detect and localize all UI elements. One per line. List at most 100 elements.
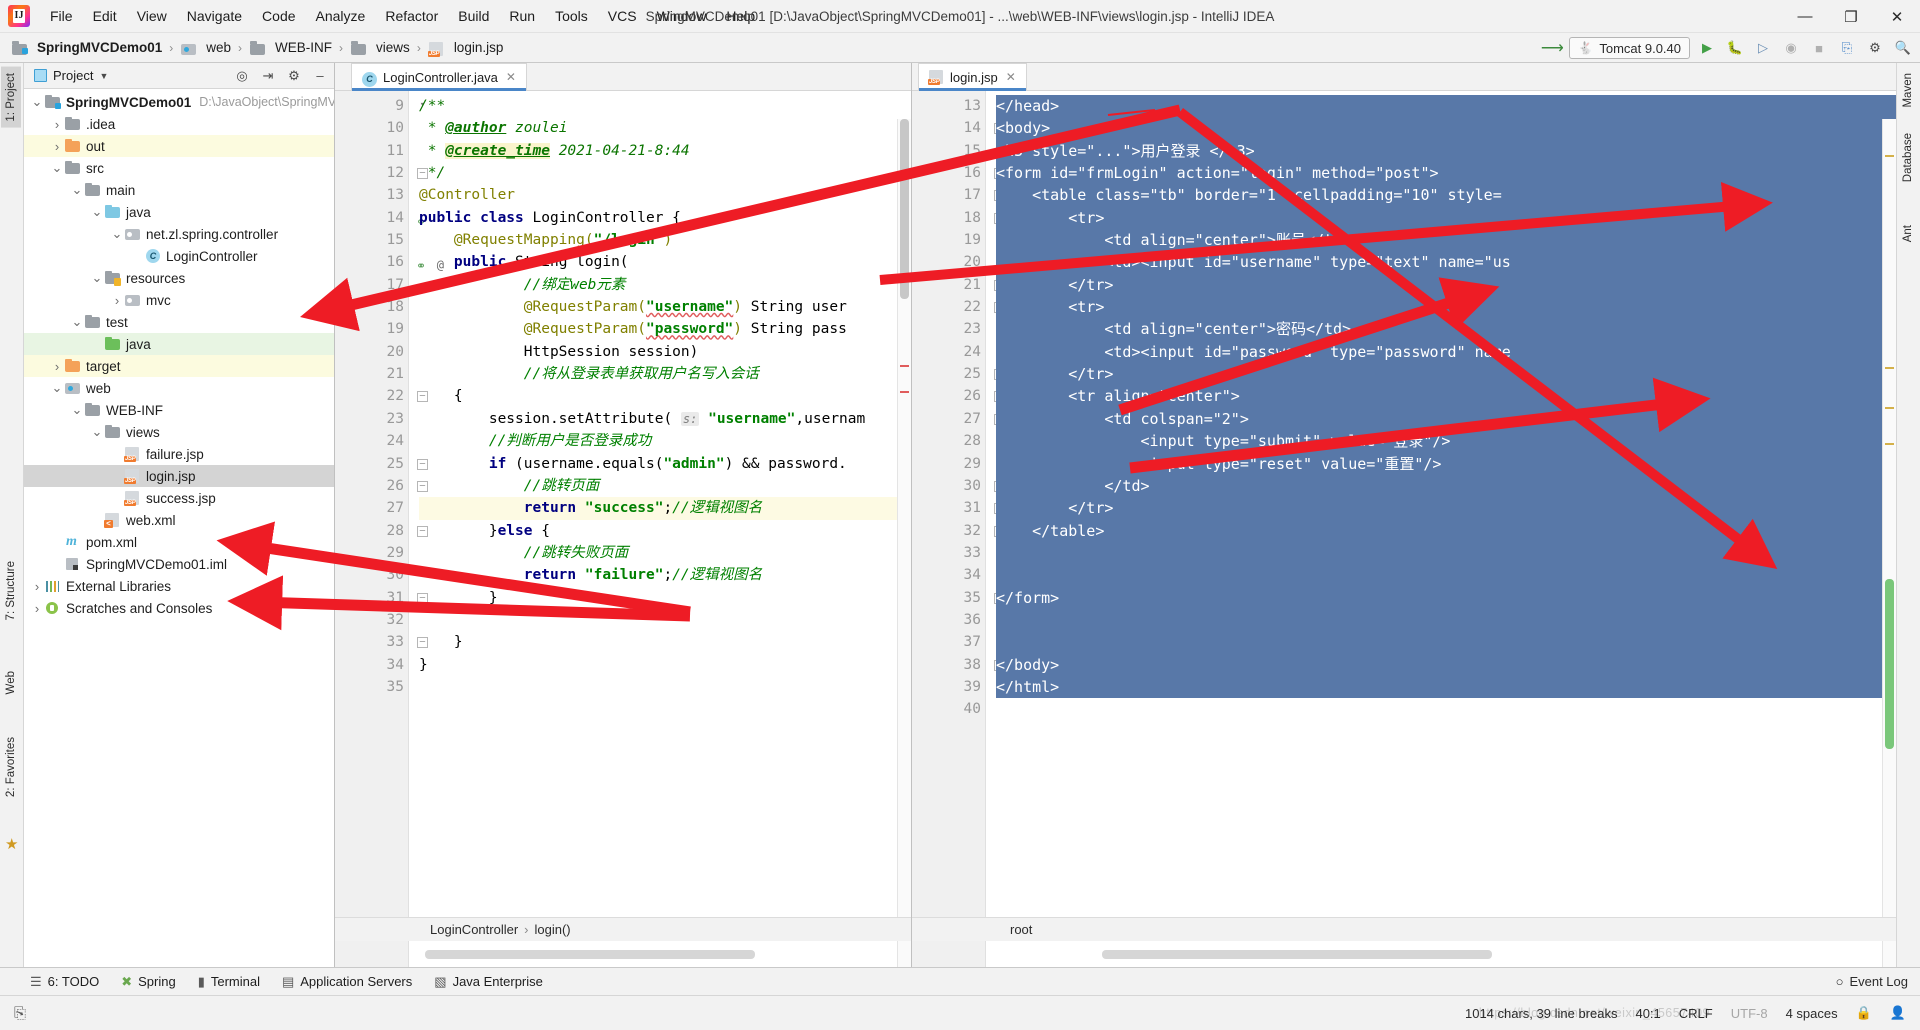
toggle-tool-windows-icon[interactable]: ⎘ <box>14 1005 26 1022</box>
line-number[interactable]: 29 <box>912 453 985 475</box>
breadcrumb-item-project[interactable]: SpringMVCDemo01 <box>8 39 165 56</box>
code-line[interactable]: </td> <box>996 474 1896 498</box>
close-button[interactable]: ✕ <box>1874 0 1920 33</box>
code-line[interactable] <box>996 564 1896 587</box>
chevron-right-icon[interactable]: › <box>50 359 64 374</box>
code-text-java[interactable]: /** * @author zoulei * @create_time 2021… <box>409 91 911 967</box>
horizontal-scrollbar-java[interactable] <box>425 950 755 959</box>
menu-file[interactable]: File <box>40 4 83 28</box>
chevron-down-icon[interactable]: ▼ <box>99 71 108 81</box>
line-number-gutter-jsp[interactable]: 1314–1516–17–18–192021–22–232425–26–27–2… <box>912 91 1005 967</box>
tree-node-failure-jsp[interactable]: failure.jsp <box>24 443 334 465</box>
breadcrumb-item-web[interactable]: web <box>177 39 234 56</box>
line-number[interactable]: 10 <box>335 117 408 139</box>
code-line[interactable]: <td align="center">密码</td> <box>996 318 1896 341</box>
chevron-down-icon[interactable]: ⌄ <box>110 226 124 242</box>
menu-refactor[interactable]: Refactor <box>375 4 448 28</box>
chevron-down-icon[interactable]: ⌄ <box>90 204 104 220</box>
chevron-down-icon[interactable]: ⌄ <box>70 402 84 418</box>
line-number[interactable]: 34 <box>912 564 985 586</box>
code-line[interactable] <box>996 631 1896 654</box>
settings-icon[interactable]: ⚙ <box>1864 37 1886 59</box>
line-number[interactable]: 16– <box>912 162 1005 184</box>
menu-run[interactable]: Run <box>499 4 545 28</box>
line-number[interactable]: 28– <box>335 520 428 542</box>
line-number[interactable]: 25– <box>912 363 1005 385</box>
tree-node-target[interactable]: › target <box>24 355 334 377</box>
code-area-jsp[interactable]: 1314–1516–17–18–192021–22–232425–26–27–2… <box>912 91 1896 967</box>
line-number[interactable]: 31– <box>912 497 1005 519</box>
tree-node-resources[interactable]: ⌄ resources <box>24 267 334 289</box>
code-line[interactable]: @RequestMapping("/login") <box>419 229 911 251</box>
tree-node-pom-xml[interactable]: m pom.xml <box>24 531 334 553</box>
line-number[interactable]: 26– <box>912 385 1005 407</box>
left-tool-window-strip[interactable]: 1: Project 7: Structure Web 2: Favorites… <box>0 63 24 967</box>
tree-node-web-xml[interactable]: web.xml <box>24 509 334 531</box>
line-number[interactable]: 32– <box>912 520 1005 542</box>
line-number[interactable]: 23 <box>335 408 408 430</box>
code-line[interactable]: public String login( <box>419 251 911 273</box>
line-number[interactable]: 36 <box>912 609 985 631</box>
run-configuration-selector[interactable]: 🐇 Tomcat 9.0.40 <box>1569 37 1690 59</box>
line-number[interactable]: 24 <box>912 341 985 363</box>
chevron-down-icon[interactable]: ⌄ <box>90 424 104 440</box>
chevron-down-icon[interactable]: ⌄ <box>30 94 44 110</box>
menu-edit[interactable]: Edit <box>83 4 127 28</box>
code-line[interactable]: */ <box>419 162 911 184</box>
line-number[interactable]: 15 <box>335 229 408 251</box>
tree-node-success-jsp[interactable]: success.jsp <box>24 487 334 509</box>
chevron-down-icon[interactable]: ⌄ <box>90 270 104 286</box>
code-line[interactable]: session.setAttribute( s: "username",user… <box>419 408 911 430</box>
search-icon[interactable]: 🔍 <box>1892 37 1914 59</box>
maximize-button[interactable]: ❐ <box>1828 0 1874 33</box>
close-icon[interactable]: ✕ <box>1006 70 1016 84</box>
line-number[interactable]: 25– <box>335 453 428 475</box>
code-line[interactable] <box>996 608 1896 632</box>
line-number[interactable]: 12– <box>335 162 428 184</box>
status-line-separator[interactable]: CRLF <box>1679 1006 1713 1021</box>
editor-breadcrumb-class[interactable]: LoginController <box>430 922 518 937</box>
code-line[interactable]: } <box>419 631 911 653</box>
breadcrumb[interactable]: SpringMVCDemo01 › web › WEB-INF › views … <box>8 39 506 57</box>
debug-icon[interactable]: 🐛 <box>1724 37 1746 59</box>
tree-node-login-jsp[interactable]: login.jsp <box>24 465 334 487</box>
code-area-java[interactable]: 9 ▾ 10 11 12–13 14 ⚭ 15 16 ⚭ @17 18 19 20 21 22–23 24 25–… <box>335 91 911 967</box>
bottom-tab-java-enterprise[interactable]: ▧ Java Enterprise <box>434 974 543 990</box>
code-line[interactable]: HttpSession session) <box>419 341 911 363</box>
menu-window[interactable]: Window <box>647 4 717 28</box>
code-line[interactable]: <tr align="center"> <box>996 385 1896 408</box>
chevron-down-icon[interactable]: ⌄ <box>70 182 84 198</box>
line-number[interactable]: 17 <box>335 274 408 296</box>
editor-tabs-right[interactable]: login.jsp ✕ <box>912 63 1896 91</box>
line-number[interactable]: 14 ⚭ <box>335 207 426 229</box>
chevron-down-icon[interactable]: ⌄ <box>50 160 64 176</box>
line-number[interactable]: 18– <box>912 207 1005 229</box>
stop-icon[interactable]: ■ <box>1808 37 1830 59</box>
window-controls[interactable]: — ❐ ✕ <box>1782 0 1920 33</box>
bottom-tab-spring[interactable]: ✖ Spring <box>121 974 175 990</box>
sidebar-tab-database[interactable]: Database <box>1898 127 1918 188</box>
tree-node-scratches-and-consoles[interactable]: › Scratches and Consoles <box>24 597 334 619</box>
code-line[interactable]: //将从登录表单获取用户名写入会话 <box>419 363 911 385</box>
tree-node-test[interactable]: ⌄ test <box>24 311 334 333</box>
code-line[interactable]: </table> <box>996 519 1896 542</box>
line-number[interactable]: 40 <box>912 698 985 720</box>
menu-view[interactable]: View <box>127 4 177 28</box>
code-line[interactable]: if (username.equals("admin") && password… <box>419 453 911 475</box>
event-log-button[interactable]: ○ Event Log <box>1836 974 1908 989</box>
code-line[interactable]: <input type="submit" value="登录"/> <box>996 430 1896 453</box>
vertical-scrollbar-java[interactable] <box>900 119 909 299</box>
code-line[interactable] <box>996 698 1896 720</box>
tab-login-jsp[interactable]: login.jsp ✕ <box>918 63 1027 91</box>
editor-breadcrumb-method[interactable]: login() <box>535 922 571 937</box>
sidebar-tab-favorites[interactable]: 2: Favorites <box>1 731 21 803</box>
line-number[interactable]: 24 <box>335 430 408 452</box>
editor-breadcrumb-java[interactable]: LoginController › login() <box>335 917 911 941</box>
code-line[interactable]: /** <box>419 95 911 117</box>
chevron-right-icon[interactable]: › <box>30 579 44 594</box>
inspector-icon[interactable]: 👤 <box>1890 1005 1906 1021</box>
bottom-tool-window-bar[interactable]: ☰ 6: TODO ✖ Spring ▮ Terminal ▤ Applicat… <box>0 967 1920 995</box>
sidebar-tab-web[interactable]: Web <box>1 665 21 700</box>
tree-node-net-zl-spring-controller[interactable]: ⌄ net.zl.spring.controller <box>24 223 334 245</box>
line-number[interactable]: 14– <box>912 117 1005 139</box>
